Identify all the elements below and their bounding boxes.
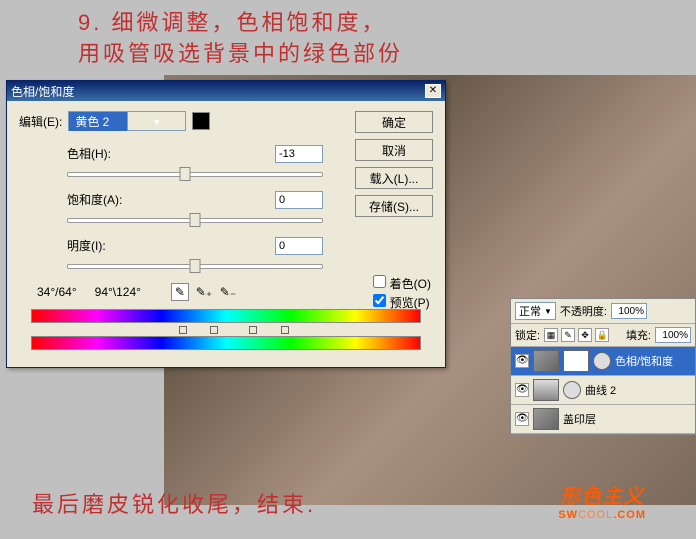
layer-name: 盖印层 (563, 411, 596, 427)
layer-name: 曲线 2 (585, 382, 616, 398)
lightness-input[interactable] (275, 237, 323, 255)
hue-input[interactable] (275, 145, 323, 163)
saturation-slider[interactable] (67, 211, 323, 229)
layer-row[interactable]: 👁 曲线 2 (511, 376, 695, 405)
eyedropper-icon[interactable]: ✎ (171, 283, 189, 301)
dialog-title: 色相/饱和度 (11, 83, 74, 100)
eyedropper-add-icon[interactable]: ✎₊ (195, 283, 213, 301)
hue-slider[interactable] (67, 165, 323, 183)
blend-mode-dropdown[interactable]: 正常▼ (515, 302, 556, 320)
annotation-top: 9. 细微调整，色相饱和度， 用吸管吸选背景中的绿色部份 (78, 8, 403, 70)
layer-thumbnail (533, 408, 559, 430)
lock-paint-icon[interactable]: ✎ (561, 328, 575, 342)
lock-move-icon[interactable]: ✥ (578, 328, 592, 342)
fill-label: 填充: (626, 327, 651, 343)
lightness-label: 明度(I): (67, 237, 106, 255)
opacity-label: 不透明度: (560, 303, 607, 319)
saturation-label: 饱和度(A): (67, 191, 122, 209)
hue-label: 色相(H): (67, 145, 111, 163)
eyedropper-subtract-icon[interactable]: ✎₋ (219, 283, 237, 301)
visibility-icon[interactable]: 👁 (515, 383, 529, 397)
lock-label: 锁定: (515, 327, 540, 343)
chevron-down-icon: ▼ (544, 307, 552, 316)
range-right: 94°\124° (95, 285, 141, 299)
layer-thumbnail (533, 379, 559, 401)
load-button[interactable]: 载入(L)... (355, 167, 433, 189)
spectrum-top[interactable] (31, 309, 421, 323)
layer-name: 色相/饱和度 (615, 353, 673, 369)
spectrum-bars (31, 309, 421, 350)
range-left: 34°/64° (37, 285, 77, 299)
layer-row[interactable]: 👁 色相/饱和度 (511, 347, 695, 376)
lock-transparent-icon[interactable]: ▦ (544, 328, 558, 342)
layer-row[interactable]: 👁 盖印层 (511, 405, 695, 434)
lock-all-icon[interactable]: 🔒 (595, 328, 609, 342)
dialog-titlebar[interactable]: 色相/饱和度 ✕ (7, 81, 445, 101)
fill-input[interactable] (655, 327, 691, 343)
range-marker[interactable] (210, 326, 218, 334)
range-marker[interactable] (249, 326, 257, 334)
cancel-button[interactable]: 取消 (355, 139, 433, 161)
edit-dropdown[interactable]: 黄色 2 ▼ (68, 111, 186, 131)
chevron-down-icon[interactable]: ▼ (127, 112, 185, 130)
hue-saturation-dialog: 色相/饱和度 ✕ 编辑(E): 黄色 2 ▼ 色相(H): 饱和度(A): (6, 80, 446, 368)
saturation-input[interactable] (275, 191, 323, 209)
visibility-icon[interactable]: 👁 (515, 412, 529, 426)
edit-label: 编辑(E): (19, 113, 62, 130)
ok-button[interactable]: 确定 (355, 111, 433, 133)
save-button[interactable]: 存储(S)... (355, 195, 433, 217)
close-icon[interactable]: ✕ (425, 84, 441, 98)
color-swatch[interactable] (192, 112, 210, 130)
layers-panel: 正常▼ 不透明度: 锁定: ▦ ✎ ✥ 🔒 填充: 👁 色相/饱和度 👁 曲线 … (510, 298, 696, 435)
adjustment-icon (563, 381, 581, 399)
spectrum-bottom[interactable] (31, 336, 421, 350)
watermark: 形色主义 SWCOOL.COM (558, 480, 646, 521)
colorize-checkbox[interactable]: 着色(O) (373, 275, 431, 292)
visibility-icon[interactable]: 👁 (515, 354, 529, 368)
adjustment-icon (593, 352, 611, 370)
layer-thumbnail (533, 350, 559, 372)
annotation-bottom: 最后磨皮锐化收尾，结束. (32, 487, 316, 519)
mask-thumbnail (563, 350, 589, 372)
range-marker[interactable] (281, 326, 289, 334)
lightness-slider[interactable] (67, 257, 323, 275)
range-marker[interactable] (179, 326, 187, 334)
opacity-input[interactable] (611, 303, 647, 319)
